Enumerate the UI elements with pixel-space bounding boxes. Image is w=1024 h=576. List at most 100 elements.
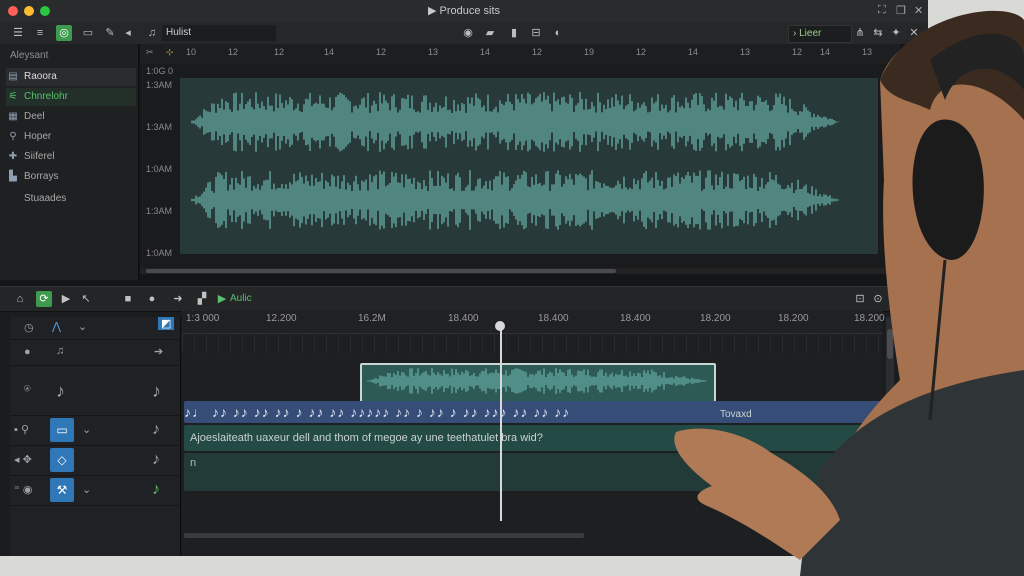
track-name-field[interactable]: Hulist <box>162 25 276 41</box>
beat-grid <box>182 333 882 353</box>
clip-icon[interactable]: ▞ <box>194 291 210 307</box>
sequencer-scrollbar[interactable] <box>184 533 584 538</box>
playhead[interactable] <box>500 325 502 521</box>
sequencer-ruler[interactable]: 1:3 000 12.200 16.2M 18.400 18.400 18.40… <box>182 311 885 334</box>
scroll-arrows[interactable]: ▶ ▶ <box>898 357 906 412</box>
pointer-icon[interactable]: ↖ <box>78 291 94 307</box>
ruler-tick: 13 <box>428 47 439 57</box>
forward-icon[interactable]: ➜ <box>170 291 186 307</box>
y-axis-label: 1:3AM <box>146 80 173 90</box>
lyric-region[interactable]: Ajoeslaiteath uaxeur dell and thom of me… <box>184 425 882 451</box>
sidebar-heading: Aleysant <box>10 50 49 61</box>
link-icon[interactable]: ⁼ ◉ <box>14 483 32 496</box>
automation-icon[interactable]: ⋀ <box>52 320 61 333</box>
sequencer-toolbar: ⌂ ⟳ ▶ ↖ ■ ● ➜ ▞ ▶ Aulic ⊡ ⊙ ⇲ <box>0 287 928 312</box>
mic-icon[interactable]: ⍟ <box>24 383 31 396</box>
track-header[interactable]: ◂ ✥ ◇ ♪ <box>10 445 180 476</box>
mixer-icon[interactable]: ⋔ <box>852 25 868 41</box>
sidebar-item-hoper[interactable]: ⚲ Hoper <box>6 128 136 146</box>
marker-icon[interactable]: ⊹ <box>166 47 174 58</box>
track-header[interactable]: ● ♫ ➔ <box>10 339 180 366</box>
tempo-icon[interactable]: ▮ <box>506 25 522 41</box>
record-arm-icon[interactable]: ● <box>24 346 31 358</box>
main-toolbar: ☰ ≡ ◎ ▭ ✎ ◂ ♫ Hulist ◉ ▰ ▮ ⊟ ◐ › Lieer ⋔… <box>0 22 928 45</box>
track-header[interactable]: ⁼ ◉ ⚒ ⌄ ♪ <box>10 475 180 506</box>
metronome-icon[interactable]: ◉ <box>460 25 476 41</box>
document-icon[interactable]: ▭ <box>80 25 96 41</box>
title-bar: ▶ Produce sits ⛶ ❐ ✕ <box>0 0 928 23</box>
pin-icon[interactable]: ◂ ✥ <box>14 453 32 466</box>
horizontal-scrollbar[interactable] <box>140 268 900 274</box>
list-icon[interactable]: ≡ <box>32 25 48 41</box>
scroll-thumb[interactable] <box>887 329 893 359</box>
scroll-thumb[interactable] <box>146 269 616 273</box>
sidebar-item-deel[interactable]: ▦ Deel <box>6 108 136 126</box>
track-tool-button[interactable]: ⚒ <box>50 478 74 502</box>
search-icon[interactable]: ▪ ⚲ <box>14 423 29 436</box>
track-header[interactable]: ▪ ⚲ ▭ ⌄ ♪ <box>10 415 180 446</box>
share-icon[interactable]: ⇲ <box>888 291 904 307</box>
empty-region[interactable]: n <box>184 453 882 491</box>
eq-icon[interactable]: ⇆ <box>870 25 886 41</box>
restore-icon[interactable]: ❐ <box>896 4 906 17</box>
close-icon[interactable]: ✕ <box>914 4 923 17</box>
sidebar-item-raoora[interactable]: ▤ Raoora <box>6 68 136 86</box>
waveform-graphic <box>191 92 839 230</box>
timeline-ruler[interactable]: ✂ ⊹ 10 12 12 14 12 13 14 12 19 12 14 13 … <box>140 44 900 65</box>
position-readout: 1:0G 0 <box>146 66 174 76</box>
ruler-tick: 14 <box>688 47 699 57</box>
cycle-icon[interactable]: ⟳ <box>36 291 52 307</box>
loop-icon[interactable]: ▰ <box>482 25 498 41</box>
record-icon[interactable]: ◎ <box>56 25 72 41</box>
music-note-icon: ♫ <box>56 345 65 357</box>
sidebar-item-stuaades[interactable]: Stuaades <box>6 190 136 208</box>
track-header[interactable]: ⍟ ♪ ♪ <box>10 365 180 416</box>
audio-play-icon[interactable]: ▶ <box>214 291 230 307</box>
scissors-icon[interactable]: ✂ <box>146 47 154 58</box>
pencil-icon[interactable]: ✎ <box>102 25 118 41</box>
info-icon[interactable]: ● <box>144 291 160 307</box>
waveform-editor[interactable]: 1:0G 0 1:3AM 1:3AM 1:0AM 1:3AM 1:0AM <box>140 64 900 274</box>
ruler-tick: 18.400 <box>448 313 479 324</box>
snap-icon[interactable]: ⊡ <box>852 291 868 307</box>
close-panel-icon[interactable]: ✕ <box>906 25 922 41</box>
play-icon[interactable]: ▶ <box>58 291 74 307</box>
lock-icon[interactable]: ⊟ <box>528 25 544 41</box>
chevron-down-icon[interactable]: ⌄ <box>82 423 91 436</box>
route-icon[interactable]: ➔ <box>154 345 163 358</box>
monitor-screen: ▶ Produce sits ⛶ ❐ ✕ ☰ ≡ ◎ ▭ ✎ ◂ ♫ Hulis… <box>0 0 928 556</box>
tune-icon: ⚟ <box>8 91 18 102</box>
settings-icon[interactable]: ✦ <box>888 25 904 41</box>
track-tag-button[interactable]: ◇ <box>50 448 74 472</box>
ruler-tick: 12 <box>636 47 647 57</box>
tuner-icon[interactable]: ◐ <box>550 25 566 41</box>
audio-clip[interactable] <box>360 363 716 403</box>
waveform-display[interactable] <box>180 78 878 254</box>
stop-icon[interactable]: ■ <box>120 291 136 307</box>
ruler-tick: 13 <box>862 47 873 57</box>
sidebar-item-borrays[interactable]: ▙ Borrays <box>6 168 136 186</box>
sidebar-item-siiferel[interactable]: ✚ Siiferel <box>6 148 136 166</box>
y-axis-label: 1:3AM <box>146 122 173 132</box>
menu-icon[interactable]: ☰ <box>10 25 26 41</box>
track-edit-button[interactable]: ▭ <box>50 418 74 442</box>
arrow-icon[interactable]: ◂ <box>120 25 136 41</box>
preset-dropdown[interactable]: › Lieer <box>788 25 852 43</box>
grid-icon: ▦ <box>8 111 18 122</box>
chevron-down-icon[interactable]: ⌄ <box>82 483 91 496</box>
ruler-tick: 14 <box>480 47 491 57</box>
chevron-down-icon[interactable]: ⌄ <box>78 320 87 333</box>
search-icon[interactable]: ⊙ <box>870 291 886 307</box>
home-icon[interactable]: ⌂ <box>12 291 28 307</box>
clock-icon[interactable]: ◷ <box>24 321 34 334</box>
vertical-scrollbar[interactable] <box>886 317 894 397</box>
midi-region[interactable]: ♪♩ ♪♪ ♪♪ ♪♪ ♪♪ ♪ ♪♪ ♪♪ ♪♪♪♪♪ ♪♪ ♪ ♪♪ ♪ ♪… <box>184 401 882 423</box>
expand-icon[interactable]: ⛶ <box>878 4 886 17</box>
image-icon[interactable]: ◩ <box>158 317 175 330</box>
ruler-tick: 12 <box>376 47 387 57</box>
chart-icon: ▙ <box>9 171 17 182</box>
sidebar-item-chnrelohr[interactable]: ⚟ Chnrelohr <box>6 88 136 106</box>
waveform-icon: ▤ <box>8 71 18 82</box>
arrangement-lanes[interactable]: 1:3 000 12.200 16.2M 18.400 18.400 18.40… <box>182 311 885 556</box>
pin-icon: ⚲ <box>9 131 17 142</box>
